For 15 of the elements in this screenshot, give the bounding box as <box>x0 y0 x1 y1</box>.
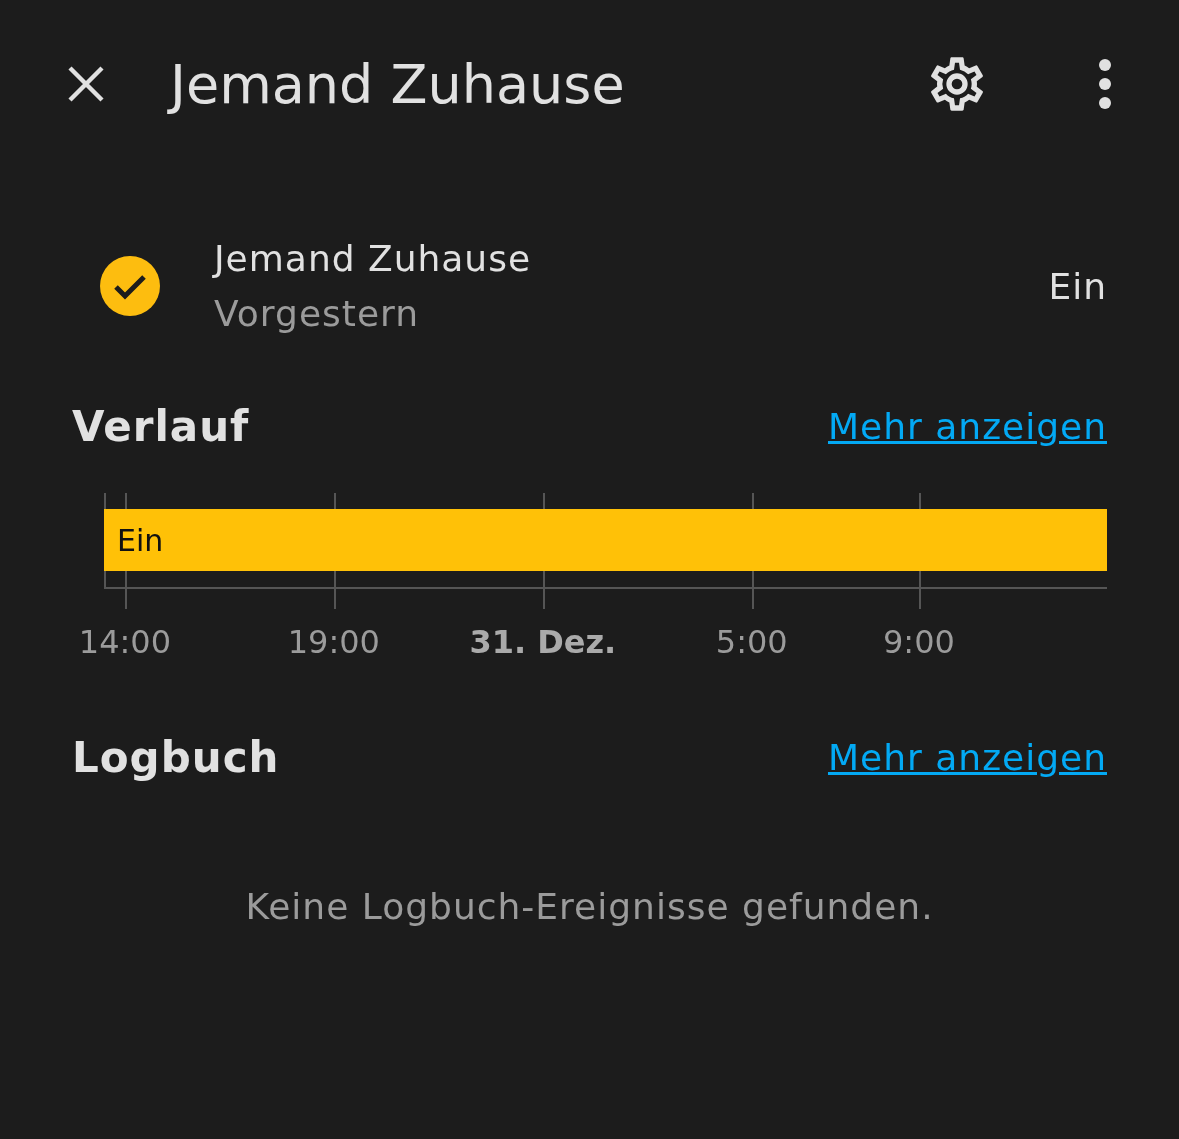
last-changed: Vorgestern <box>214 293 421 334</box>
entity-state: Ein <box>1048 265 1107 307</box>
entity-name: Jemand Zuhause <box>214 238 533 279</box>
tick-label: 5:00 <box>715 623 788 661</box>
show-more-link[interactable]: Mehr anzeigen <box>828 737 1107 778</box>
section-title: Logbuch <box>72 733 280 782</box>
tick-label: 9:00 <box>883 623 955 661</box>
tick-label: 14:00 <box>78 623 171 661</box>
tick-label: 31. Dez. <box>469 623 617 661</box>
more-icon <box>1097 58 1113 110</box>
empty-message: Keine Logbuch-Ereignisse gefunden. <box>244 886 935 927</box>
tick-label: 19:00 <box>287 623 380 661</box>
timeline-bar: Ein <box>104 509 1107 571</box>
section-title: Verlauf <box>72 402 250 451</box>
show-more-link[interactable]: Mehr anzeigen <box>828 406 1107 447</box>
